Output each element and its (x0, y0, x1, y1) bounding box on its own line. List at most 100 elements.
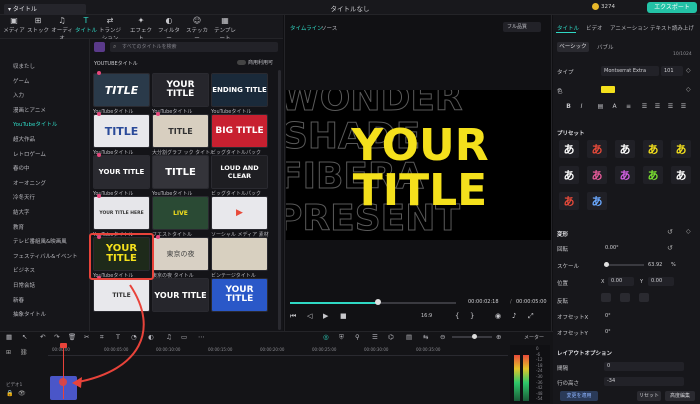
tab-tts[interactable]: テキスト読み上げ (650, 24, 694, 32)
marker-icon[interactable]: ▭ (181, 333, 187, 341)
scrubber-handle[interactable] (375, 299, 381, 305)
snapshot-icon[interactable]: ◉ (495, 312, 501, 320)
preset-swatch[interactable]: あ (615, 166, 635, 184)
shield-icon[interactable]: ⛨ (339, 333, 344, 342)
pos-x-input[interactable]: 0.00 (608, 277, 634, 286)
tab-source[interactable]: ソース (321, 24, 337, 32)
mic-icon[interactable]: ⚲ (355, 333, 360, 341)
flip-v-button[interactable] (620, 293, 630, 302)
undo-icon[interactable]: ↶ (40, 333, 45, 341)
preset-swatch[interactable]: あ (559, 140, 579, 158)
sidebar-item[interactable]: 日常会話 (13, 281, 35, 289)
title-card[interactable]: TITLE (152, 155, 209, 189)
title-card[interactable]: BIG TITLE (211, 114, 268, 148)
advanced-edit-button[interactable]: 高度編集 (665, 391, 695, 401)
text-size-icon[interactable]: A (610, 102, 619, 111)
title-card[interactable]: ▶ (211, 196, 268, 230)
title-card[interactable]: LOUD AND CLEAR (211, 155, 268, 189)
sidebar-item[interactable]: 超大作品 (13, 135, 35, 143)
tab-animation[interactable]: アニメーション (610, 24, 648, 32)
reset-button[interactable]: リセット (637, 391, 661, 401)
sidebar-item[interactable]: 入力 (13, 91, 24, 99)
rotate-value[interactable]: 0.00° (605, 245, 619, 251)
toolbar-stock[interactable]: ⊞ ストック (27, 16, 49, 34)
title-card[interactable]: YOUR TITLE (93, 155, 150, 189)
color-icon[interactable]: ◐ (148, 333, 154, 341)
title-card[interactable]: YOUR TITLE (211, 278, 268, 312)
sidebar-item[interactable]: 漫画とアニメ (13, 106, 46, 114)
lock-icon[interactable]: 🔒 (6, 390, 13, 397)
spacing-input[interactable]: 0 (604, 362, 684, 371)
sidebar-item[interactable]: 冷冬天行 (13, 193, 35, 201)
title-card[interactable]: YOUR TITLE HERE (93, 196, 150, 230)
tab-video[interactable]: ビデオ (586, 24, 603, 32)
toolbar-media[interactable]: ▣ メディア (3, 16, 25, 34)
align-justify-icon[interactable]: ☰ (679, 102, 688, 111)
delete-icon[interactable]: 🗑 (68, 333, 76, 341)
line-height-input[interactable]: -34 (604, 377, 684, 386)
credits-counter[interactable]: 3274 (592, 3, 615, 10)
pos-y-input[interactable]: 0.00 (648, 277, 674, 286)
text-icon[interactable]: T (116, 333, 120, 341)
title-card[interactable]: ENDING TITLE (211, 73, 268, 107)
step-back-icon[interactable]: ◁ (307, 312, 312, 320)
scale-slider[interactable] (604, 264, 644, 266)
preset-swatch[interactable]: あ (671, 166, 691, 184)
reset-icon[interactable]: ↺ (667, 244, 673, 252)
sidebar-item[interactable]: ゲーム (13, 77, 29, 85)
preview-canvas[interactable]: WONDER SHADE FIBERA PRESENT YOUR TITLE (286, 90, 551, 240)
redo-icon[interactable]: ↷ (54, 333, 59, 341)
cursor-icon[interactable]: ↖ (22, 333, 27, 341)
replace-icon[interactable]: ⇆ (423, 333, 428, 341)
bold-icon[interactable]: B (564, 102, 573, 111)
prev-frame-icon[interactable]: ⏮ (290, 312, 296, 321)
font-select[interactable]: Montserrat Extra (601, 66, 659, 76)
stop-icon[interactable]: ■ (340, 312, 347, 320)
sidebar-item[interactable]: 結大字 (13, 208, 30, 216)
preset-swatch[interactable]: あ (587, 166, 607, 184)
playhead[interactable] (63, 345, 64, 399)
keyframe-icon[interactable]: ◇ (686, 228, 691, 235)
crop-icon[interactable]: { (455, 312, 459, 320)
filter-icon[interactable] (94, 42, 105, 52)
align-left-icon[interactable]: ☰ (640, 102, 649, 111)
preset-swatch[interactable]: あ (559, 192, 579, 210)
preset-swatch[interactable]: あ (587, 140, 607, 158)
sidebar-item[interactable]: オーオニング (13, 179, 46, 187)
tab-timeline[interactable]: タイムライン (290, 24, 323, 32)
sidebar-item[interactable]: レトロゲーム (13, 150, 46, 158)
volume-icon[interactable]: ♪ (512, 312, 516, 320)
title-card[interactable]: 東京の夜 (152, 237, 209, 271)
sidebar-item[interactable]: 新春 (13, 296, 24, 304)
preset-swatch[interactable]: あ (671, 140, 691, 158)
sidebar-header-title[interactable]: ▾ タイトル (4, 4, 86, 15)
preset-swatch[interactable]: あ (587, 192, 607, 210)
subtab-basic[interactable]: ベーシック (557, 42, 589, 52)
playhead-handle[interactable] (60, 343, 67, 348)
scale-value[interactable]: 63.92 (648, 262, 662, 268)
sidebar-item[interactable]: 収またし (13, 62, 35, 70)
title-card[interactable]: TITLE (93, 278, 150, 312)
keyframe-icon[interactable]: ◇ (686, 86, 691, 93)
zoom-in-icon[interactable]: ⊕ (496, 333, 501, 341)
render-icon[interactable]: ▤ (406, 333, 412, 341)
crop-icon[interactable]: ⌗ (100, 333, 104, 342)
sidebar-item[interactable]: 抽象タイトル (13, 310, 46, 318)
preset-swatch[interactable]: あ (643, 166, 663, 184)
text-case-icon[interactable]: ▤ (596, 102, 605, 111)
title-card[interactable]: LIVE (152, 196, 209, 230)
title-card[interactable]: TITLE (152, 114, 209, 148)
toolbar-title[interactable]: T タイトル (75, 16, 97, 34)
title-card[interactable]: YOUR TITLE (152, 278, 209, 312)
align-right-icon[interactable]: ☰ (666, 102, 675, 111)
align-center-icon[interactable]: ☰ (653, 102, 662, 111)
sidebar-item[interactable]: テレビ番組風&映画風 (13, 237, 67, 245)
layout-icon[interactable]: ▦ (6, 333, 12, 341)
export-button[interactable]: エクスポート (647, 2, 697, 13)
quality-select[interactable]: フル品質 (503, 22, 541, 32)
title-card[interactable]: TITLE (93, 114, 150, 148)
reset-icon[interactable]: ↺ (667, 228, 673, 236)
flip-button-3[interactable] (639, 293, 649, 302)
library-scrollbar[interactable] (278, 70, 281, 330)
preset-swatch[interactable]: あ (643, 140, 663, 158)
